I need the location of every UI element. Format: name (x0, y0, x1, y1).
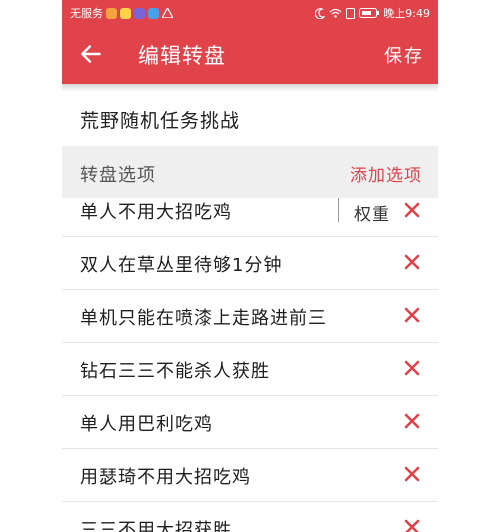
add-option-button[interactable]: 添加选项 (350, 161, 422, 186)
weight-label: 权重 (354, 205, 390, 225)
carrier-text: 无服务 (70, 7, 103, 20)
option-text-field[interactable]: 钻石三三不能杀人获胜 (80, 357, 270, 383)
option-text-field[interactable]: 三三不用大招获胜 (80, 516, 232, 532)
notification-app-icon (106, 7, 117, 19)
list-item: 单人用巴利吃鸡 (62, 396, 438, 449)
sim-icon (346, 7, 356, 19)
delete-icon[interactable] (402, 305, 422, 325)
status-bar: 无服务 晚上9:49 (62, 0, 438, 26)
list-item: 单机只能在喷漆上走路进前三 (62, 290, 438, 343)
battery-icon (359, 8, 380, 18)
app-bar-shadow (62, 84, 438, 92)
option-text-field[interactable]: 单人不用大招吃鸡 (80, 198, 232, 224)
notification-app-icon (134, 7, 145, 19)
option-text-field[interactable]: 单机只能在喷漆上走路进前三 (80, 304, 327, 330)
list-item: 双人在草丛里待够1分钟 (62, 237, 438, 290)
status-time: 晚上9:49 (383, 7, 430, 20)
option-text-field[interactable]: 单人用巴利吃鸡 (80, 410, 213, 436)
list-item: 单人不用大招吃鸡 权重 (62, 198, 438, 237)
wifi-icon (329, 8, 342, 18)
options-list: 单人不用大招吃鸡 权重 双人在草丛里待够1分钟 单机只能在喷漆上走路进前三 钻石… (62, 198, 438, 532)
phone-screen: 无服务 晚上9:49 编辑转盘 保存 荒野随机任务挑战 转盘选项 添加选项 单人… (62, 0, 438, 532)
delete-icon[interactable] (402, 517, 422, 532)
notification-app-icon (120, 7, 131, 19)
list-item: 用瑟琦不用大招吃鸡 (62, 449, 438, 502)
option-text-field[interactable]: 用瑟琦不用大招吃鸡 (80, 463, 251, 489)
warning-icon (162, 8, 173, 18)
moon-icon (315, 7, 326, 19)
list-item: 三三不用大招获胜 (62, 502, 438, 532)
weight-divider (338, 198, 339, 222)
back-arrow-icon[interactable] (78, 41, 104, 67)
delete-icon[interactable] (402, 411, 422, 431)
app-bar: 编辑转盘 保存 (62, 26, 438, 84)
delete-icon[interactable] (402, 252, 422, 272)
page-title: 编辑转盘 (138, 44, 226, 68)
list-item: 钻石三三不能杀人获胜 (62, 343, 438, 396)
delete-icon[interactable] (402, 464, 422, 484)
save-button[interactable]: 保存 (384, 42, 424, 68)
delete-icon[interactable] (402, 358, 422, 378)
delete-icon[interactable] (402, 200, 422, 220)
options-section-header: 转盘选项 添加选项 (62, 146, 438, 198)
notification-app-icon (148, 7, 159, 19)
options-section-label: 转盘选项 (80, 165, 156, 186)
option-text-field[interactable]: 双人在草丛里待够1分钟 (80, 251, 282, 277)
wheel-name-field[interactable]: 荒野随机任务挑战 (62, 92, 438, 146)
wheel-name-text: 荒野随机任务挑战 (80, 110, 241, 132)
